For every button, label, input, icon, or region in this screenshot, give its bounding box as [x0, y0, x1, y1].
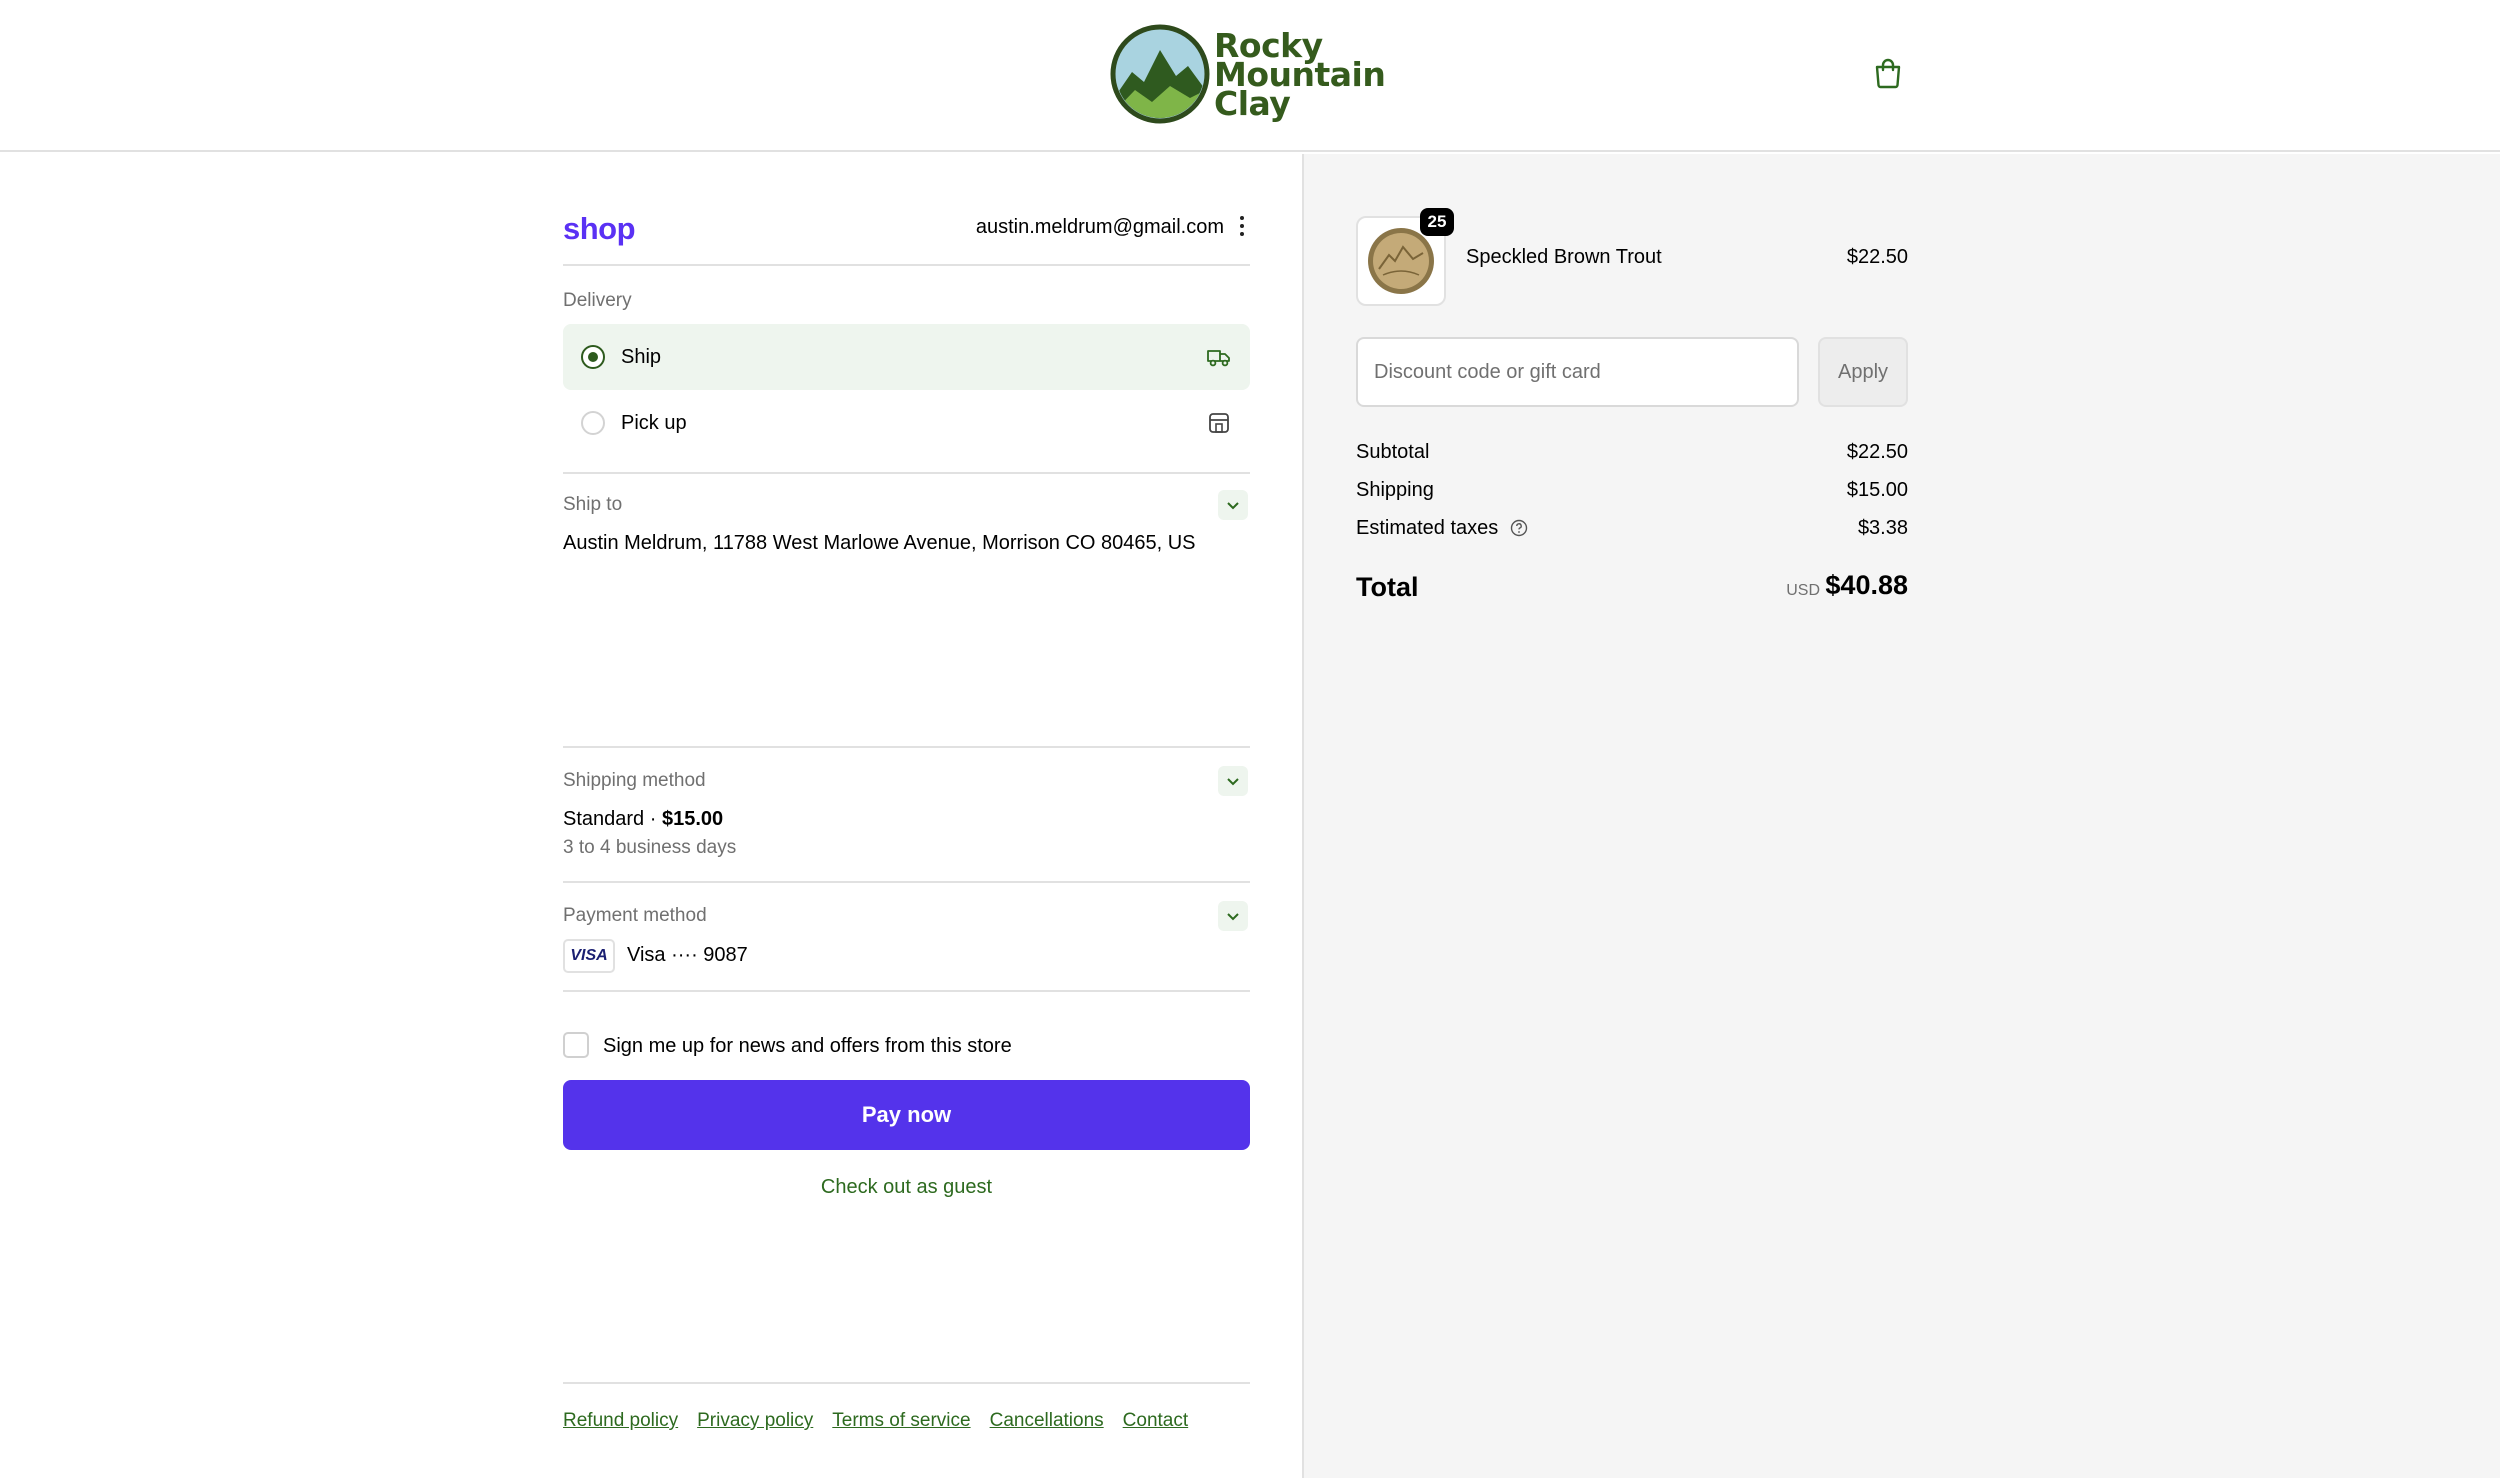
divider: [563, 990, 1250, 992]
footer-links: Refund policy Privacy policy Terms of se…: [563, 1410, 1250, 1432]
store-header: Rocky Mountain Clay: [0, 0, 2500, 152]
shipping-method-name: Standard ·: [563, 808, 662, 830]
shipping-method-label: Shipping method: [563, 770, 706, 791]
checkout-as-guest-link[interactable]: Check out as guest: [563, 1176, 1250, 1199]
divider: [563, 746, 1250, 748]
terms-of-service-link[interactable]: Terms of service: [832, 1410, 970, 1432]
chevron-down-icon: [1227, 778, 1239, 786]
expand-shipping-method-button[interactable]: [1218, 766, 1248, 796]
visa-card-icon: VISA: [563, 939, 615, 973]
ship-to-address: Austin Meldrum, 11788 West Marlowe Avenu…: [563, 532, 1196, 554]
divider: [563, 881, 1250, 883]
quantity-badge: 25: [1420, 208, 1454, 236]
shop-account-row: shop austin.meldrum@gmail.com: [563, 206, 1250, 266]
shipping-method-value: Standard · $15.00: [563, 808, 723, 831]
expand-payment-method-button[interactable]: [1218, 901, 1248, 931]
option-label: Ship: [621, 345, 662, 368]
delivery-option-pickup[interactable]: Pick up: [563, 390, 1250, 456]
payment-method-label: Payment method: [563, 905, 707, 926]
shipping-row: Shipping $15.00: [1356, 479, 1908, 502]
total-label: Total: [1356, 572, 1419, 602]
divider: [563, 472, 1250, 474]
truck-icon: [1207, 350, 1230, 367]
shipping-label: Shipping: [1356, 479, 1434, 501]
taxes-row: Estimated taxes $3.38: [1356, 517, 1908, 540]
shipping-value: $15.00: [1846, 479, 1908, 501]
shipping-eta: 3 to 4 business days: [563, 837, 737, 858]
account-email: austin.meldrum@gmail.com: [975, 216, 1224, 238]
delivery-label: Delivery: [563, 290, 632, 311]
product-name: Speckled Brown Trout: [1466, 246, 1662, 268]
total-row: Total USD $40.88: [1356, 566, 1908, 606]
taxes-label: Estimated taxes: [1356, 517, 1499, 539]
order-summary-content: 25 Speckled Brown Trout $22.50 Apply Sub…: [1356, 154, 1908, 654]
store-logo[interactable]: Rocky Mountain Clay: [1110, 22, 1386, 126]
pay-now-button[interactable]: Pay now: [563, 1080, 1250, 1150]
apply-discount-button[interactable]: Apply: [1818, 337, 1908, 407]
option-label: Pick up: [621, 411, 687, 434]
chevron-down-icon: [1227, 502, 1239, 510]
ship-to-label: Ship to: [563, 494, 623, 515]
product-price: $22.50: [1846, 246, 1908, 268]
divider: [563, 1382, 1250, 1384]
more-options-icon[interactable]: [1236, 212, 1248, 240]
shopping-bag-icon[interactable]: [1873, 57, 1903, 89]
store-name: Rocky Mountain Clay: [1214, 29, 1386, 120]
subtotal-row: Subtotal $22.50: [1356, 441, 1908, 464]
shipping-method-price: $15.00: [661, 808, 724, 830]
subtotal-label: Subtotal: [1356, 441, 1430, 463]
newsletter-checkbox[interactable]: [563, 1032, 589, 1058]
chevron-down-icon: [1227, 913, 1239, 921]
discount-code-input[interactable]: [1356, 337, 1799, 407]
newsletter-label[interactable]: Sign me up for news and offers from this…: [603, 1035, 1012, 1058]
checkout-main: shop austin.meldrum@gmail.com Delivery S…: [0, 154, 1301, 1478]
radio-pickup[interactable]: [581, 411, 605, 435]
cancellations-link[interactable]: Cancellations: [990, 1410, 1104, 1432]
help-circle-icon[interactable]: [1510, 519, 1528, 537]
order-summary: 25 Speckled Brown Trout $22.50 Apply Sub…: [1302, 154, 2500, 1478]
radio-ship[interactable]: [581, 345, 605, 369]
store-icon: [1209, 413, 1229, 433]
expand-ship-to-button[interactable]: [1218, 490, 1248, 520]
shop-pay-logo: shop: [563, 211, 636, 246]
total-value: $40.88: [1825, 570, 1908, 600]
refund-policy-link[interactable]: Refund policy: [563, 1410, 678, 1432]
privacy-policy-link[interactable]: Privacy policy: [697, 1410, 813, 1432]
delivery-option-ship[interactable]: Ship: [563, 324, 1250, 390]
payment-card-value: Visa ···· 9087: [627, 944, 748, 966]
taxes-value: $3.38: [1857, 517, 1908, 539]
mountain-logo-icon: [1110, 24, 1210, 124]
total-currency: USD: [1786, 582, 1820, 599]
subtotal-value: $22.50: [1846, 441, 1908, 463]
contact-link[interactable]: Contact: [1123, 1410, 1188, 1432]
